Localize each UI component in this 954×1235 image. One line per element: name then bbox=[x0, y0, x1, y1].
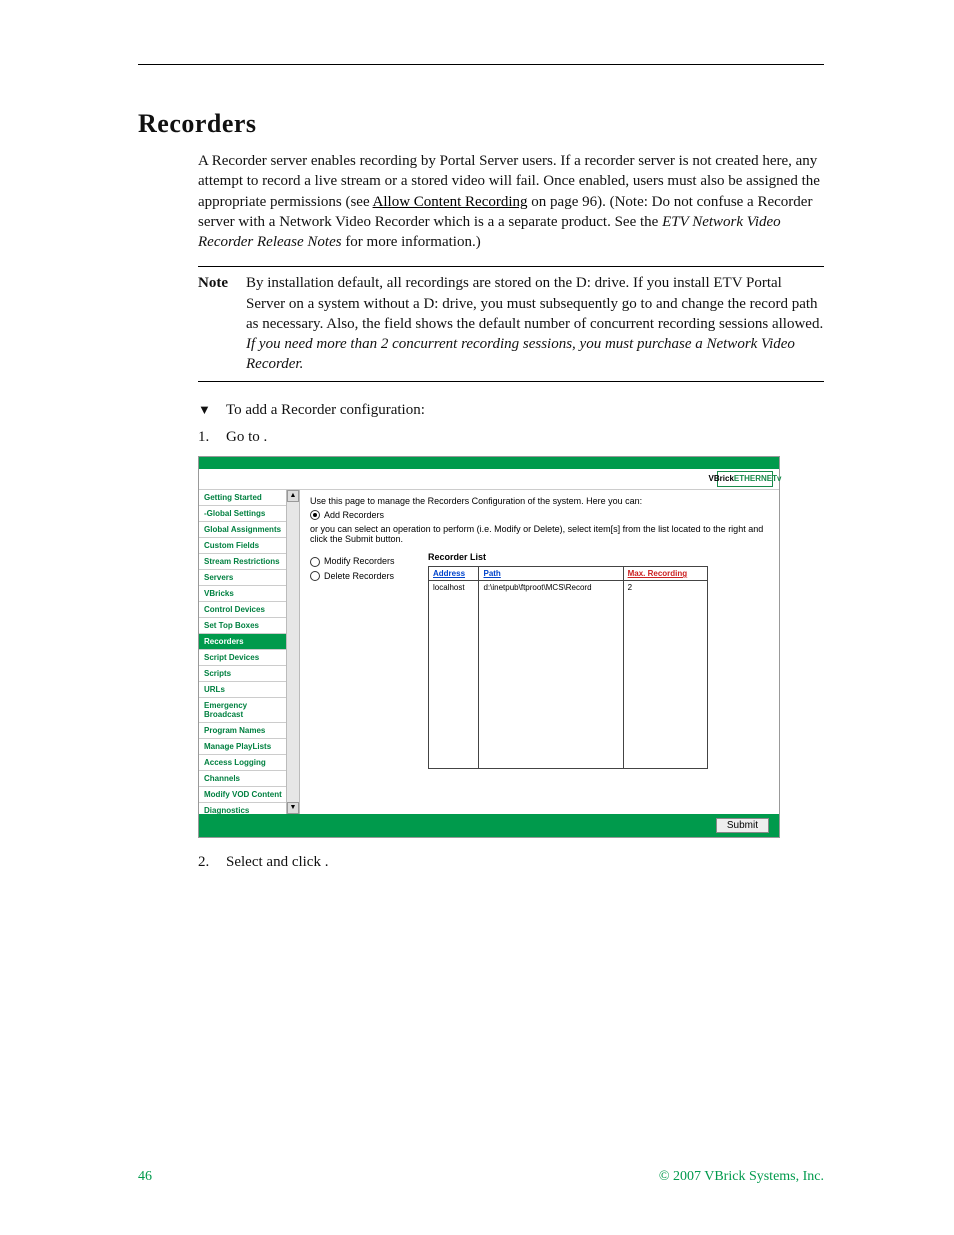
app-topbar bbox=[199, 457, 779, 469]
sidebar-item-modify-vod-content[interactable]: Modify VOD Content bbox=[199, 787, 287, 803]
sidebar-item-script-devices[interactable]: Script Devices bbox=[199, 650, 287, 666]
sidebar-item-vbricks[interactable]: VBricks bbox=[199, 586, 287, 602]
note-block: Note By installation default, all record… bbox=[198, 266, 824, 381]
modify-recorders-radio[interactable]: Modify Recorders bbox=[310, 556, 428, 567]
cell-max: 2 bbox=[623, 581, 707, 595]
submit-button[interactable]: Submit bbox=[716, 818, 769, 833]
sidebar-item-scripts[interactable]: Scripts bbox=[199, 666, 287, 682]
procedure-marker-icon: ▼ bbox=[198, 402, 226, 419]
sidebar-item-getting-started[interactable]: Getting Started bbox=[199, 490, 287, 506]
cell-address: localhost bbox=[429, 581, 479, 595]
sidebar-item-urls[interactable]: URLs bbox=[199, 682, 287, 698]
delete-recorders-radio[interactable]: Delete Recorders bbox=[310, 571, 428, 582]
note-body: By installation default, all recordings … bbox=[246, 273, 824, 374]
sidebar-item-custom-fields[interactable]: Custom Fields bbox=[199, 538, 287, 554]
sidebar-item-channels[interactable]: Channels bbox=[199, 771, 287, 787]
step-1-number: 1. bbox=[198, 429, 226, 446]
step-2-a: Select bbox=[226, 854, 266, 870]
app-header: VBrickETHERNETv bbox=[199, 469, 779, 490]
note-em: If you need more than 2 concurrent recor… bbox=[246, 336, 795, 372]
sidebar-item-global-assignments[interactable]: Global Assignments bbox=[199, 522, 287, 538]
sidebar-item-stream-restrictions[interactable]: Stream Restrictions bbox=[199, 554, 287, 570]
add-recorders-radio[interactable]: Add Recorders bbox=[310, 510, 769, 521]
sidebar-item-manage-playlists[interactable]: Manage PlayLists bbox=[199, 739, 287, 755]
sidebar-item-emergency-broadcast[interactable]: Emergency Broadcast bbox=[199, 698, 287, 723]
radio-selected-icon bbox=[310, 510, 320, 520]
intro-text-3: for more information.) bbox=[342, 234, 481, 250]
table-header-row: Address Path Max. Recording bbox=[429, 567, 708, 581]
brand-a: VBrick bbox=[709, 474, 734, 483]
sidebar-item-set-top-boxes[interactable]: Set Top Boxes bbox=[199, 618, 287, 634]
top-rule bbox=[138, 64, 824, 65]
app-footer: Submit bbox=[199, 814, 779, 837]
vbrick-logo: VBrickETHERNETv bbox=[717, 471, 773, 487]
col-max-recording[interactable]: Max. Recording bbox=[623, 567, 707, 581]
step-2-number: 2. bbox=[198, 854, 226, 871]
page-heading: Recorders bbox=[138, 109, 824, 139]
step-2-c: . bbox=[325, 854, 329, 870]
recorder-list-title: Recorder List bbox=[428, 552, 769, 562]
scroll-up-icon[interactable]: ▲ bbox=[287, 490, 299, 502]
col-address[interactable]: Address bbox=[429, 567, 479, 581]
sidebar-item-access-logging[interactable]: Access Logging bbox=[199, 755, 287, 771]
app-screenshot: VBrickETHERNETv Getting Started -Global … bbox=[198, 456, 780, 838]
col-path[interactable]: Path bbox=[479, 567, 623, 581]
brand-b: ETHERNETv bbox=[734, 474, 782, 483]
copyright: © 2007 VBrick Systems, Inc. bbox=[659, 1169, 824, 1185]
step-1-lead: Go to bbox=[226, 429, 264, 445]
app-hint-text: or you can select an operation to perfor… bbox=[310, 524, 769, 544]
sidebar-item-servers[interactable]: Servers bbox=[199, 570, 287, 586]
sidebar-item-diagnostics[interactable]: Diagnostics bbox=[199, 803, 287, 814]
delete-recorders-label: Delete Recorders bbox=[324, 571, 394, 581]
step-2-b: and click bbox=[266, 854, 324, 870]
sidebar: Getting Started -Global Settings Global … bbox=[199, 490, 300, 814]
recorder-list-table: Address Path Max. Recording localhost d:… bbox=[428, 566, 708, 769]
table-empty-space bbox=[429, 594, 708, 769]
sidebar-item-global-settings[interactable]: -Global Settings bbox=[199, 506, 287, 522]
table-row[interactable]: localhost d:\inetpub\ftproot\MCS\Record … bbox=[429, 581, 708, 595]
radio-unselected-icon bbox=[310, 557, 320, 567]
allow-content-recording-link[interactable]: Allow Content Recording bbox=[373, 194, 528, 210]
app-main: Use this page to manage the Recorders Co… bbox=[300, 490, 779, 814]
page-footer: 46 © 2007 VBrick Systems, Inc. bbox=[138, 1169, 824, 1185]
note-text-3: field shows the default number of concur… bbox=[384, 316, 823, 332]
step-1-text: Go to . bbox=[226, 429, 267, 446]
app-intro-text: Use this page to manage the Recorders Co… bbox=[310, 496, 769, 506]
sidebar-item-recorders[interactable]: Recorders bbox=[199, 634, 287, 650]
sidebar-item-control-devices[interactable]: Control Devices bbox=[199, 602, 287, 618]
modify-recorders-label: Modify Recorders bbox=[324, 556, 395, 566]
intro-paragraph: A Recorder server enables recording by P… bbox=[198, 151, 824, 252]
page-number: 46 bbox=[138, 1169, 152, 1185]
cell-path: d:\inetpub\ftproot\MCS\Record bbox=[479, 581, 623, 595]
step-1-tail: . bbox=[264, 429, 268, 445]
scroll-down-icon[interactable]: ▼ bbox=[287, 802, 299, 814]
sidebar-item-program-names[interactable]: Program Names bbox=[199, 723, 287, 739]
note-label: Note bbox=[198, 273, 246, 374]
sidebar-scrollbar[interactable]: ▲ ▼ bbox=[286, 490, 299, 814]
step-2-text: Select and click . bbox=[226, 854, 328, 871]
procedure-title: To add a Recorder configuration: bbox=[226, 402, 425, 419]
add-recorders-label: Add Recorders bbox=[324, 510, 384, 520]
radio-unselected-icon bbox=[310, 571, 320, 581]
